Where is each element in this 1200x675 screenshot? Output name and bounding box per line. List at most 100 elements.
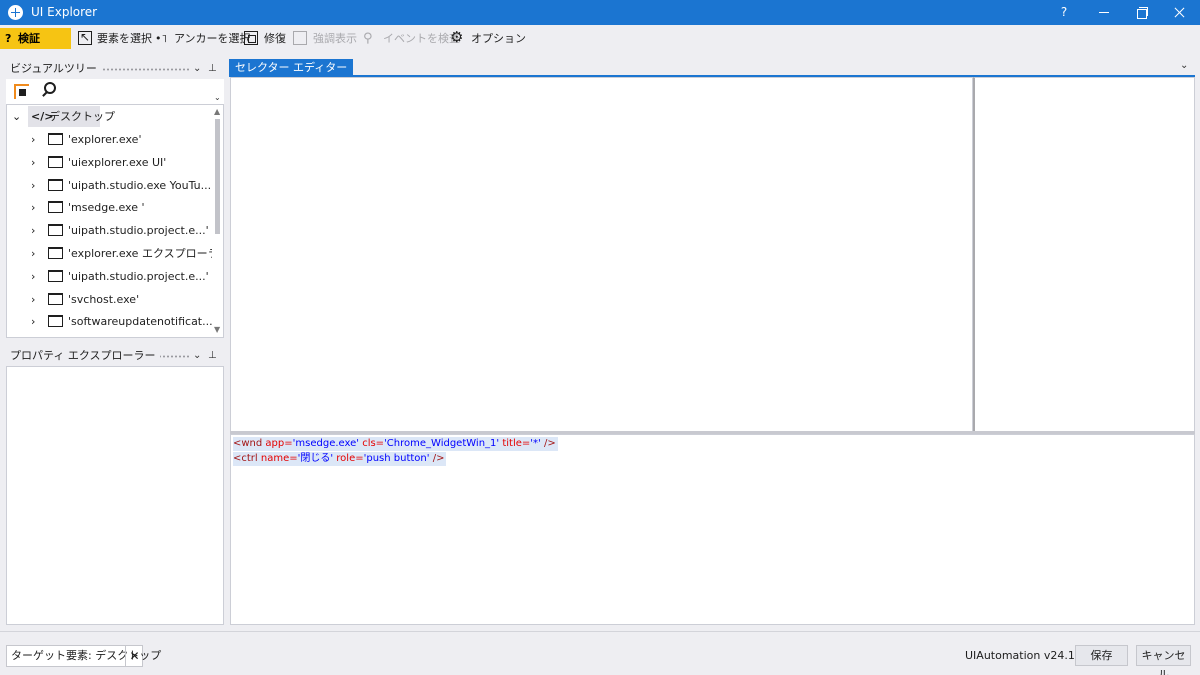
selector-attributes-pane[interactable] <box>230 77 973 433</box>
chevron-right-icon[interactable]: › <box>31 265 35 288</box>
pin-icon[interactable]: ⊥ <box>208 346 217 366</box>
selector-value: 'msedge.exe' <box>292 438 360 449</box>
selector-attr: cls= <box>359 438 385 449</box>
tree-item-label: 'msedge.exe ' <box>68 201 145 215</box>
tree-item-label: 'softwareupdatenotificat...' <box>68 315 216 329</box>
window-icon <box>48 292 63 305</box>
clear-target-button[interactable]: ✕ <box>125 646 143 666</box>
tree-item-label: 'svchost.exe' <box>68 292 140 306</box>
minimize-button[interactable] <box>1085 0 1123 25</box>
visual-tree-header: ビジュアルツリー ⌄ ⊥ <box>6 59 224 79</box>
tree-item-label: 'explorer.exe' <box>68 133 142 146</box>
selector-value: 'Chrome_WidgetWin_1' <box>384 438 500 449</box>
property-explorer-title: プロパティ エクスプローラー <box>10 346 160 366</box>
selector-attr: app= <box>262 438 293 449</box>
selector-attr: name= <box>257 453 298 464</box>
select-anchor-label: アンカーを選択 <box>174 32 251 45</box>
help-button[interactable]: ? <box>1045 0 1083 25</box>
inspect-events-button[interactable]: ⚲ イベントを検査 <box>363 28 460 49</box>
scroll-down-icon[interactable]: ▼ <box>214 325 220 334</box>
tree-item-label: 'uipath.studio.exe YouTu...' <box>68 178 215 192</box>
selector-attribute-values-pane[interactable] <box>973 77 1195 433</box>
search-icon[interactable] <box>44 82 56 94</box>
selector-attr: role= <box>333 453 364 464</box>
gear-icon: ⚙ <box>450 28 464 46</box>
validate-label: 検証 <box>18 32 40 45</box>
selector-text-editor[interactable]: <wnd app='msedge.exe' cls='Chrome_Widget… <box>230 434 1195 625</box>
close-window-button[interactable] <box>1160 0 1198 25</box>
anchor-icon: •˥ <box>155 32 167 45</box>
chevron-right-icon[interactable]: › <box>31 219 35 242</box>
select-element-button[interactable]: 要素を選択 <box>77 27 152 49</box>
inspect-events-icon: ⚲ <box>363 31 373 46</box>
property-explorer-panel: プロパティ エクスプローラー ⌄ ⊥ <box>6 346 224 625</box>
chevron-right-icon[interactable]: › <box>31 242 35 265</box>
highlight-label: 強調表示 <box>313 32 357 45</box>
window-icon <box>48 247 63 259</box>
pin-icon[interactable]: ⊥ <box>208 59 217 79</box>
chevron-down-icon[interactable]: ⌄ <box>12 105 21 128</box>
window-icon <box>48 269 63 282</box>
selector-tag: <wnd <box>233 438 263 449</box>
selector-attr: title= <box>499 438 531 449</box>
cancel-button[interactable]: キャンセル <box>1136 645 1191 675</box>
scroll-thumb[interactable] <box>215 119 220 234</box>
chevron-right-icon[interactable]: › <box>31 310 35 333</box>
version-text: UIAutomation v24.12.1 <box>965 649 1093 662</box>
chevron-right-icon[interactable]: › <box>31 288 35 311</box>
repair-button[interactable]: 修復 <box>244 28 288 49</box>
select-element-icon <box>78 27 92 48</box>
save-button[interactable]: 保存 <box>1075 645 1128 666</box>
highlight-icon <box>293 31 307 45</box>
window-icon <box>48 224 63 237</box>
restore-button[interactable] <box>1122 0 1160 25</box>
tree-item-label: 'uipath.studio.project.e...' <box>68 269 209 283</box>
visual-tree[interactable]: ⌄ </> デスクトップ ›'explorer.exe' ›'uiexplorer… <box>6 104 224 338</box>
property-explorer-header: プロパティ エクスプローラー ⌄ ⊥ <box>6 346 224 366</box>
target-element-indicator: ターゲット要素: デスクトップ ✕ <box>6 645 161 667</box>
app-icon <box>8 5 23 20</box>
selector-tag: /> <box>429 453 445 464</box>
options-label: オプション <box>471 32 526 45</box>
selector-tag: /> <box>540 438 556 449</box>
chevron-right-icon[interactable]: › <box>31 128 35 151</box>
window-title: UI Explorer <box>31 5 98 19</box>
options-button[interactable]: ⚙ オプション <box>450 28 526 49</box>
validate-button[interactable]: ? 検証 <box>0 28 71 49</box>
chevron-down-icon[interactable]: ⌄ <box>1180 60 1188 71</box>
toolbar: ? 検証 要素を選択 •˥ アンカーを選択 修復 強調表示 ⚲ イベントを検査 … <box>0 25 1200 52</box>
window-icon <box>48 133 63 145</box>
window-icon <box>48 178 63 191</box>
tree-root-label: デスクトップ <box>49 110 115 123</box>
select-element-label: 要素を選択 <box>97 32 152 45</box>
repair-label: 修復 <box>264 32 286 45</box>
target-icon[interactable] <box>14 84 29 99</box>
status-bar: ターゲット要素: デスクトップ ✕ UIAutomation v24.12.1 … <box>0 631 1200 675</box>
selector-value: '閉じる' <box>297 453 334 464</box>
chevron-down-icon[interactable]: ⌄ <box>193 59 201 79</box>
select-anchor-button[interactable]: •˥ アンカーを選択 <box>154 28 251 49</box>
selector-value: '*' <box>530 438 541 449</box>
title-bar: UI Explorer ? <box>0 0 1200 25</box>
window-icon <box>48 315 63 328</box>
question-icon: ? <box>5 32 12 45</box>
property-explorer-body <box>6 366 224 625</box>
chevron-right-icon[interactable]: › <box>31 151 35 174</box>
tree-item-label: 'explorer.exe エクスプローラー' <box>68 247 224 260</box>
chevron-right-icon[interactable]: › <box>31 174 35 197</box>
selector-value: 'push button' <box>363 453 430 464</box>
tree-item-label: 'uipath.studio.project.e...' <box>68 224 209 238</box>
tree-toolbar-chevron-icon[interactable]: ⌄ <box>214 93 221 102</box>
highlight-button[interactable]: 強調表示 <box>293 28 357 49</box>
chevron-right-icon[interactable]: › <box>31 196 35 219</box>
chevron-down-icon[interactable]: ⌄ <box>193 346 201 366</box>
tree-scrollbar[interactable]: ▲ ▼ <box>212 105 223 337</box>
selector-line-ctrl[interactable]: <ctrl name='閉じる' role='push button' /> <box>233 452 447 466</box>
selector-line-wnd[interactable]: <wnd app='msedge.exe' cls='Chrome_Widget… <box>233 437 558 451</box>
selector-tag: <ctrl <box>233 453 258 464</box>
window-icon <box>48 201 63 214</box>
visual-tree-title: ビジュアルツリー <box>10 59 101 79</box>
inspect-events-label: イベントを検査 <box>383 32 460 45</box>
window-icon <box>48 155 63 168</box>
scroll-up-icon[interactable]: ▲ <box>214 107 220 116</box>
